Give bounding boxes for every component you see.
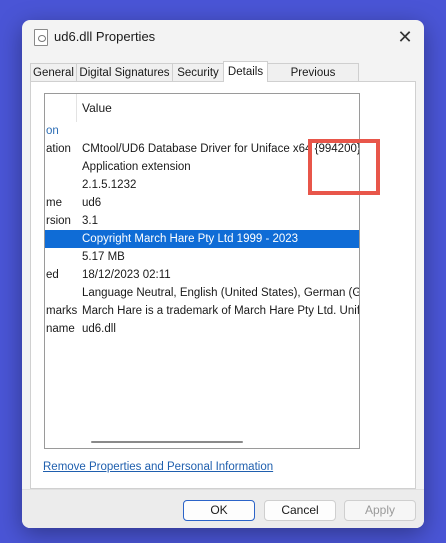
tab-digital-signatures[interactable]: Digital Signatures [76,63,173,81]
ok-button[interactable]: OK [183,500,255,521]
detail-row[interactable]: 5.17 MB [45,248,359,266]
column-separator[interactable] [76,94,77,122]
remove-properties-link[interactable]: Remove Properties and Personal Informati… [43,461,273,473]
close-button[interactable]: ✕ [392,25,418,49]
title-bar: ud6.dll Properties ✕ [22,20,424,54]
property-name: marks [46,305,78,317]
detail-row[interactable]: Copyright March Hare Pty Ltd 1999 - 2023 [45,230,359,248]
tab-general[interactable]: General [30,63,77,81]
property-value: 2.1.5.1232 [82,179,137,191]
cancel-button[interactable]: Cancel [264,500,336,521]
tab-security[interactable]: Security [172,63,224,81]
horizontal-scrollbar[interactable] [91,441,243,443]
property-name: ed [46,269,59,281]
detail-row[interactable]: Language Neutral, English (United States… [45,284,359,302]
tab-previous-versions[interactable]: Previous Versions [267,63,359,97]
detail-row[interactable]: ation CMtool/UD6 Database Driver for Unif… [45,140,359,158]
details-list[interactable]: Value on ation CMtool/UD6 Database Driver … [44,93,360,449]
file-icon [34,29,48,46]
property-value: 18/12/2023 02:11 [82,269,171,281]
apply-button[interactable]: Apply [344,500,416,521]
window-title: ud6.dll Properties [54,29,156,44]
property-value: Language Neutral, English (United States… [82,287,360,299]
detail-row[interactable]: marks March Hare is a trademark of March … [45,302,359,320]
detail-row[interactable]: name ud6.dll [45,320,359,338]
property-value: ud6.dll [82,323,116,335]
detail-row[interactable]: me ud6 [45,194,359,212]
detail-row[interactable]: 2.1.5.1232 [45,176,359,194]
button-bar: OK Cancel Apply [22,489,424,528]
property-value: 5.17 MB [82,251,125,263]
properties-dialog: ud6.dll Properties ✕ General Digital Sig… [22,20,424,528]
property-name: ation [46,143,71,155]
property-name: on [46,125,59,137]
property-value: ud6 [82,197,102,209]
list-header: Value [45,94,359,122]
detail-row[interactable]: rsion 3.1 [45,212,359,230]
detail-row[interactable]: Application extension [45,158,359,176]
property-value: March Hare is a trademark of March Hare … [82,305,360,317]
group-row[interactable]: on [45,122,359,140]
property-name: me [46,197,62,209]
property-name: name [46,323,75,335]
property-value: Copyright March Hare Pty Ltd 1999 - 2023 [82,233,299,245]
detail-row[interactable]: ed 18/12/2023 02:11 [45,266,359,284]
tab-details[interactable]: Details [223,61,268,82]
property-value: Application extension [82,161,191,173]
details-panel: Value on ation CMtool/UD6 Database Driver … [30,81,416,489]
property-value: CMtool/UD6 Database Driver for Uniface x… [82,143,360,155]
property-name: rsion [46,215,71,227]
property-value: 3.1 [82,215,98,227]
column-header-value[interactable]: Value [82,101,112,115]
